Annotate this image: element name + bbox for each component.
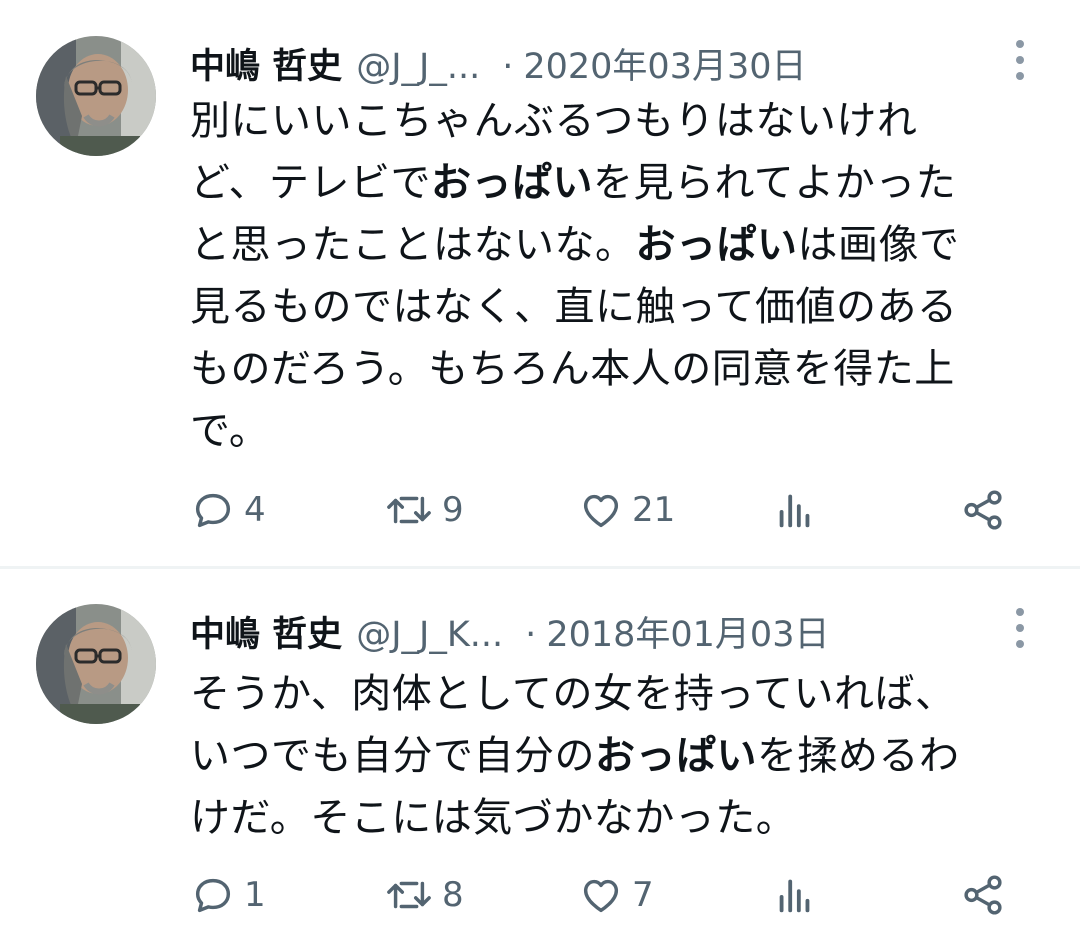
tweet-text: そうか、肉体としての女を持っていれば、 いつでも自分で自分のおっぱいを揉めるわ けだ…	[190, 663, 1050, 849]
share-button[interactable]	[960, 485, 1006, 535]
tweet-header: 中嶋 哲史 @J_J_K... · 2018年01月03日	[190, 606, 829, 656]
separator: ·	[502, 47, 514, 87]
like-icon	[578, 872, 624, 918]
text-segment: けだ。そこには気づかなかった。	[190, 795, 797, 841]
author-name[interactable]: 中嶋 哲史	[190, 606, 342, 657]
tweet-text-line: と思ったことはないな。おっぱいは画像で	[190, 214, 1050, 276]
divider	[0, 566, 1080, 569]
like-button[interactable]: 21	[578, 485, 675, 535]
tweet-text-line: ど、テレビでおっぱいを見られてよかった	[190, 152, 1050, 214]
reply-count: 4	[244, 490, 266, 530]
tweet-text: 別にいいこちゃんぶるつもりはないけれ ど、テレビでおっぱいを見られてよかった と思っ…	[190, 90, 1050, 462]
more-vertical-icon[interactable]	[1010, 608, 1030, 648]
reply-button[interactable]: 4	[190, 485, 266, 535]
separator: ·	[525, 615, 537, 655]
author-handle[interactable]: @J_J_...	[356, 47, 480, 87]
text-segment: で。	[190, 408, 270, 454]
like-count: 7	[632, 875, 654, 915]
tweet-card[interactable]: 中嶋 哲史 @J_J_... · 2020年03月30日 別にいいこちゃんぶるつ…	[0, 0, 1080, 566]
text-segment: を揉めるわ	[757, 733, 960, 779]
text-segment: と思ったことはないな。	[190, 222, 636, 268]
tweet-actions: 1 8 7	[190, 870, 1020, 920]
retweet-count: 8	[442, 875, 464, 915]
avatar[interactable]	[36, 604, 156, 724]
retweet-count: 9	[442, 490, 464, 530]
text-segment: いつでも自分で自分の	[190, 733, 595, 779]
avatar[interactable]	[36, 36, 156, 156]
tweet-date[interactable]: 2018年01月03日	[546, 606, 829, 657]
tweet-text-line: 別にいいこちゃんぶるつもりはないけれ	[190, 90, 1050, 152]
author-name[interactable]: 中嶋 哲史	[190, 38, 342, 89]
tweet-actions: 4 9 21	[190, 485, 1020, 535]
text-segment: を見られてよかった	[593, 160, 957, 206]
tweet-text-line: で。	[190, 400, 1050, 462]
tweet-date[interactable]: 2020年03月30日	[523, 38, 806, 89]
retweet-button[interactable]: 9	[384, 485, 464, 535]
tweet-text-line: ものだろう。もちろん本人の同意を得た上	[190, 338, 1050, 400]
highlighted-keyword: おっぱい	[431, 160, 593, 206]
retweet-icon	[384, 872, 434, 918]
views-icon	[772, 487, 818, 533]
tweet-text-line: けだ。そこには気づかなかった。	[190, 787, 1050, 849]
tweet-card[interactable]: 中嶋 哲史 @J_J_K... · 2018年01月03日 そうか、肉体としての…	[0, 570, 1080, 951]
tweet-text-line: そうか、肉体としての女を持っていれば、	[190, 663, 1050, 725]
text-segment: ものだろう。もちろん本人の同意を得た上	[190, 346, 955, 392]
author-handle[interactable]: @J_J_K...	[356, 615, 503, 655]
reply-icon	[190, 872, 236, 918]
views-button[interactable]	[772, 870, 818, 920]
text-segment: そうか、肉体としての女を持っていれば、	[190, 671, 956, 717]
tweet-text-line: いつでも自分で自分のおっぱいを揉めるわ	[190, 725, 1050, 787]
text-segment: 見るものではなく、直に触って価値のある	[190, 284, 958, 330]
highlighted-keyword: おっぱい	[635, 222, 798, 268]
share-icon	[960, 487, 1006, 533]
share-button[interactable]	[960, 870, 1006, 920]
retweet-button[interactable]: 8	[384, 870, 464, 920]
tweet-text-line: 見るものではなく、直に触って価値のある	[190, 276, 1050, 338]
highlighted-keyword: おっぱい	[595, 733, 757, 779]
text-segment: 別にいいこちゃんぶるつもりはないけれ	[190, 98, 918, 144]
reply-icon	[190, 487, 236, 533]
reply-count: 1	[244, 875, 266, 915]
retweet-icon	[384, 487, 434, 533]
text-segment: は画像で	[797, 222, 960, 268]
text-segment: ど、テレビで	[190, 160, 431, 206]
share-icon	[960, 872, 1006, 918]
like-icon	[578, 487, 624, 533]
like-button[interactable]: 7	[578, 870, 654, 920]
reply-button[interactable]: 1	[190, 870, 266, 920]
views-icon	[772, 872, 818, 918]
tweet-header: 中嶋 哲史 @J_J_... · 2020年03月30日	[190, 38, 807, 88]
more-vertical-icon[interactable]	[1010, 40, 1030, 80]
views-button[interactable]	[772, 485, 818, 535]
like-count: 21	[632, 490, 676, 530]
